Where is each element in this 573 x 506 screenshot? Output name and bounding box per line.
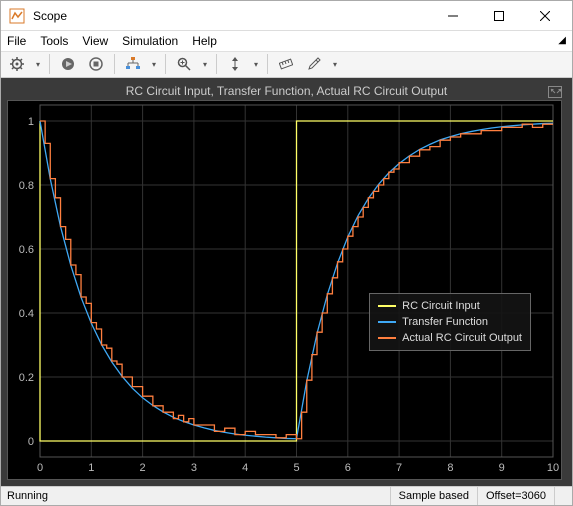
legend-entry: RC Circuit Input <box>378 298 522 314</box>
zoom-dropdown[interactable]: ▾ <box>200 60 210 69</box>
menu-view[interactable]: View <box>82 34 108 48</box>
svg-text:4: 4 <box>242 462 248 474</box>
svg-text:7: 7 <box>396 462 402 474</box>
maximize-button[interactable] <box>476 1 522 31</box>
svg-text:0: 0 <box>37 462 43 474</box>
svg-text:0.6: 0.6 <box>19 244 34 256</box>
edit-dropdown[interactable]: ▾ <box>330 60 340 69</box>
svg-text:0: 0 <box>28 436 34 448</box>
separator <box>267 54 268 74</box>
app-icon <box>9 8 25 24</box>
plot-title: RC Circuit Input, Transfer Function, Act… <box>7 84 566 100</box>
legend-swatch <box>378 321 396 323</box>
menu-help[interactable]: Help <box>192 34 217 48</box>
svg-text:9: 9 <box>499 462 505 474</box>
svg-text:5: 5 <box>293 462 299 474</box>
autoscale-icon[interactable] <box>223 53 247 75</box>
legend-entry: Actual RC Circuit Output <box>378 330 522 346</box>
svg-text:0.2: 0.2 <box>19 372 34 384</box>
stop-icon[interactable] <box>84 53 108 75</box>
legend-swatch <box>378 337 396 339</box>
legend-label: RC Circuit Input <box>402 298 480 314</box>
status-offset: Offset=3060 <box>477 487 554 505</box>
svg-text:3: 3 <box>191 462 197 474</box>
close-button[interactable] <box>522 1 568 31</box>
gear-icon[interactable] <box>5 53 29 75</box>
separator <box>165 54 166 74</box>
autoscale-dropdown[interactable]: ▾ <box>251 60 261 69</box>
legend-swatch <box>378 305 396 307</box>
legend-label: Actual RC Circuit Output <box>402 330 522 346</box>
separator <box>114 54 115 74</box>
svg-text:6: 6 <box>345 462 351 474</box>
menubar: File Tools View Simulation Help ◢ <box>1 31 572 52</box>
minimize-button[interactable] <box>430 1 476 31</box>
separator <box>49 54 50 74</box>
dock-corner-icon[interactable]: ◢ <box>558 35 566 46</box>
gear-dropdown[interactable]: ▾ <box>33 60 43 69</box>
status-state: Running <box>1 490 390 502</box>
svg-text:1: 1 <box>28 116 34 128</box>
svg-text:0.8: 0.8 <box>19 180 34 192</box>
status-spacer <box>554 487 572 505</box>
menu-simulation[interactable]: Simulation <box>122 34 178 48</box>
hierarchy-icon[interactable] <box>121 53 145 75</box>
svg-text:10: 10 <box>547 462 559 474</box>
measure-icon[interactable] <box>274 53 298 75</box>
status-sample: Sample based <box>390 487 477 505</box>
legend-entry: Transfer Function <box>378 314 522 330</box>
titlebar: Scope <box>1 1 572 31</box>
edit-icon[interactable] <box>302 53 326 75</box>
svg-text:8: 8 <box>447 462 453 474</box>
plot-container: RC Circuit Input, Transfer Function, Act… <box>1 78 572 486</box>
hierarchy-dropdown[interactable]: ▾ <box>149 60 159 69</box>
svg-text:0.4: 0.4 <box>19 308 34 320</box>
separator <box>216 54 217 74</box>
menu-tools[interactable]: Tools <box>40 34 68 48</box>
zoom-icon[interactable] <box>172 53 196 75</box>
svg-text:2: 2 <box>140 462 146 474</box>
plot-area[interactable]: 0 1 2 3 4 5 6 7 8 9 10 0 0.2 0.4 0.6 0.8 1 RC Circuit In… <box>7 100 562 480</box>
plot-maximize-icon[interactable] <box>548 86 562 98</box>
toolbar: ▾ ▾ ▾ ▾ ▾ <box>1 52 572 78</box>
run-icon[interactable] <box>56 53 80 75</box>
statusbar: Running Sample based Offset=3060 <box>1 486 572 505</box>
svg-text:1: 1 <box>88 462 94 474</box>
window-title: Scope <box>33 9 430 23</box>
menu-file[interactable]: File <box>7 34 26 48</box>
legend-label: Transfer Function <box>402 314 488 330</box>
legend[interactable]: RC Circuit InputTransfer FunctionActual … <box>369 293 531 351</box>
